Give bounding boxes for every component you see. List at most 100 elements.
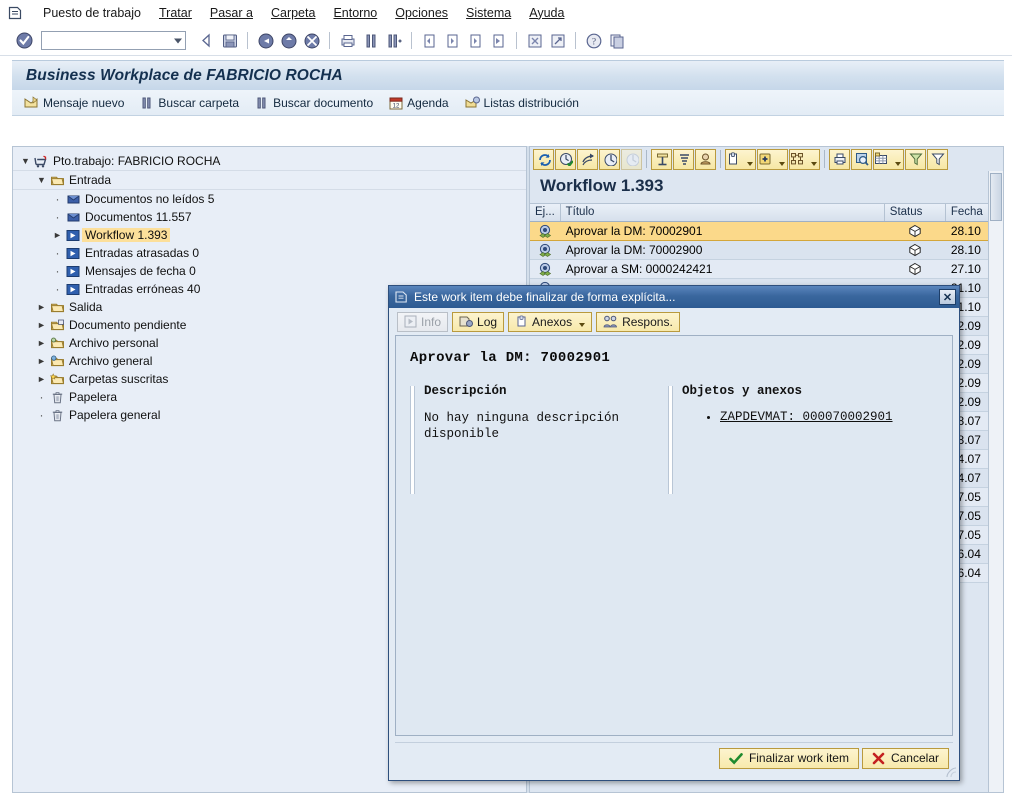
system-menu-icon[interactable] — [6, 5, 24, 21]
tree-node-label: Carpetas suscritas — [69, 372, 169, 386]
chevron-down-icon[interactable] — [779, 161, 785, 166]
exit-icon[interactable] — [255, 30, 276, 51]
stop-icon[interactable] — [301, 30, 322, 51]
chevron-right-icon[interactable]: ► — [35, 338, 48, 348]
save-icon[interactable] — [219, 30, 240, 51]
print-list-button[interactable] — [829, 148, 850, 170]
create-attachment-button[interactable] — [757, 148, 788, 170]
chevron-down-icon[interactable] — [747, 161, 753, 166]
calendar-button[interactable]: 12 Agenda — [389, 95, 449, 110]
column-header-status[interactable]: Status — [885, 204, 946, 221]
attachment-button[interactable] — [725, 148, 756, 170]
menu-item-1[interactable]: Tratar — [150, 3, 201, 23]
new-message-label: Mensaje nuevo — [43, 95, 125, 110]
reserve-workitem-button[interactable] — [599, 148, 620, 170]
chevron-down-icon[interactable]: ▼ — [35, 175, 48, 185]
distribution-list-button[interactable]: Listas distribución — [465, 96, 579, 110]
calendar-label: Agenda — [407, 95, 449, 110]
menu-item-5[interactable]: Opciones — [386, 3, 457, 23]
chevron-down-icon[interactable] — [895, 161, 901, 166]
create-session-icon[interactable] — [524, 30, 545, 51]
chevron-down-icon[interactable] — [811, 161, 817, 166]
menu-item-label: Puesto de trabajo — [43, 5, 141, 20]
menu-item-6[interactable]: Sistema — [457, 3, 520, 23]
tree-leaf-dot: · — [55, 246, 60, 260]
tree-node-6[interactable]: · Mensajes de fecha 0 — [13, 262, 526, 280]
cancelar-button[interactable]: Cancelar — [861, 747, 949, 769]
resize-grip[interactable] — [943, 764, 957, 778]
last-page-icon[interactable] — [488, 30, 509, 51]
graphic-workflow-button[interactable] — [789, 148, 820, 170]
dialog-title-bar[interactable]: Este work item debe finalizar de forma e… — [389, 286, 959, 308]
cell-ej — [530, 241, 561, 259]
list-vertical-scrollbar[interactable] — [988, 171, 1003, 792]
execute-workitem-button[interactable] — [555, 148, 576, 170]
cancel-icon[interactable] — [278, 30, 299, 51]
filter-button[interactable] — [927, 148, 948, 170]
previous-page-icon[interactable] — [442, 30, 463, 51]
object-link[interactable]: ZAPDEVMAT: 000070002901 — [720, 410, 893, 424]
tab-anexos[interactable]: Anexos — [508, 311, 593, 332]
next-page-icon[interactable] — [465, 30, 486, 51]
tab-info[interactable]: Info — [397, 311, 449, 332]
table-row[interactable]: Aprovar la DM: 70002900 28.10 — [530, 241, 1003, 260]
new-message-button[interactable]: Mensaje nuevo — [24, 96, 124, 110]
cell-titulo: Aprovar la DM: 70002900 — [565, 243, 703, 257]
find-next-icon[interactable] — [383, 30, 404, 51]
chevron-down-icon[interactable] — [579, 322, 586, 327]
tree-node-2[interactable]: · Documentos no leídos 5 — [13, 190, 526, 208]
create-shortcut-icon[interactable] — [547, 30, 568, 51]
chevron-right-icon[interactable]: ► — [35, 356, 48, 366]
workflow-log-button[interactable] — [673, 148, 694, 170]
tree-node-label: Mensajes de fecha 0 — [85, 264, 196, 278]
toolbar-separator — [575, 32, 576, 49]
agent-button[interactable] — [695, 148, 716, 170]
finalizar-work-item-button[interactable]: Finalizar work item — [718, 747, 859, 769]
forward-workitem-button[interactable] — [577, 148, 598, 170]
tree-node-5[interactable]: · Entradas atrasadas 0 — [13, 244, 526, 262]
cell-status — [885, 241, 946, 259]
menu-item-0[interactable]: Puesto de trabajo — [34, 3, 150, 23]
set-to-done-button[interactable] — [651, 148, 672, 170]
chevron-right-icon[interactable]: ► — [35, 302, 48, 312]
chevron-right-icon[interactable]: ► — [51, 230, 64, 240]
refresh-button[interactable] — [533, 148, 554, 170]
tab-log[interactable]: Log — [452, 311, 505, 332]
table-row[interactable]: Aprovar la DM: 70002901 28.10 — [530, 222, 1003, 241]
menu-item-4[interactable]: Entorno — [324, 3, 386, 23]
attachment-icon — [515, 315, 528, 328]
chevron-down-icon[interactable]: ▼ — [19, 156, 32, 166]
scrollbar-thumb[interactable] — [990, 173, 1002, 221]
command-input[interactable] — [44, 33, 172, 48]
tab-info-label: Info — [421, 314, 442, 329]
help-icon[interactable]: ? — [583, 30, 604, 51]
find-document-button[interactable]: Buscar documento — [255, 96, 373, 110]
find-icon[interactable] — [360, 30, 381, 51]
menu-item-2[interactable]: Pasar a — [201, 3, 262, 23]
workflow-log-icon — [677, 152, 691, 166]
column-header-titulo[interactable]: Título — [561, 204, 885, 221]
print-icon[interactable] — [337, 30, 358, 51]
tree-node-3[interactable]: · Documentos 11.557 — [13, 208, 526, 226]
chevron-right-icon[interactable]: ► — [35, 374, 48, 384]
command-field[interactable] — [41, 31, 186, 50]
chevron-right-icon[interactable]: ► — [35, 320, 48, 330]
column-header-ej[interactable]: Ej... — [530, 204, 561, 221]
tab-respons[interactable]: Respons. — [596, 311, 680, 332]
chevron-down-icon[interactable] — [174, 38, 182, 43]
customize-layout-icon[interactable] — [606, 30, 627, 51]
menu-item-3[interactable]: Carpeta — [262, 3, 324, 23]
tree-node-4[interactable]: ► Workflow 1.393 — [13, 226, 526, 244]
find-folder-button[interactable]: Buscar carpeta — [140, 96, 239, 110]
table-row[interactable]: Aprovar a SM: 0000242421 27.10 — [530, 260, 1003, 279]
tree-node-0[interactable]: ▼ Pto.trabajo: FABRICIO ROCHA — [13, 152, 526, 170]
find-in-list-button[interactable] — [851, 148, 872, 170]
first-page-icon[interactable] — [419, 30, 440, 51]
enter-check-icon[interactable] — [14, 30, 35, 51]
menu-item-7[interactable]: Ayuda — [520, 3, 573, 23]
layout-grid-button[interactable] — [873, 148, 904, 170]
sort-filter-button[interactable] — [905, 148, 926, 170]
back-green-arrow-icon[interactable] — [196, 30, 217, 51]
tree-node-1[interactable]: ▼ Entrada — [13, 171, 526, 189]
close-icon[interactable]: ✕ — [939, 289, 956, 305]
